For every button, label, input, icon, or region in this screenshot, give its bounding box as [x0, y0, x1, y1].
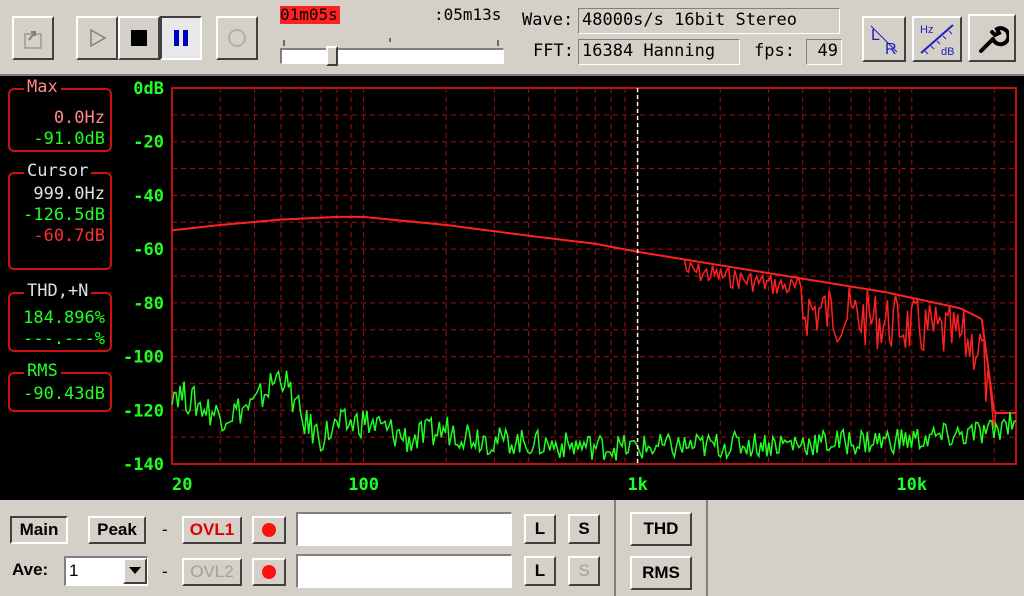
y-tick-label: -80 [133, 294, 164, 314]
x-tick-label: 10k [896, 475, 927, 495]
y-tick-label: -20 [133, 133, 164, 153]
elapsed-time: 01m05s [280, 6, 340, 24]
spectrum-display: Max 0.0Hz -91.0dB Cursor 999.0Hz -126.5d… [0, 76, 1024, 500]
ovl1-save-button[interactable]: S [568, 514, 600, 544]
y-tick-label: -100 [123, 348, 164, 368]
ovl2-load-button[interactable]: L [524, 556, 556, 586]
ovl1-button[interactable]: OVL1 [182, 516, 242, 544]
wave-label: Wave: [522, 10, 574, 30]
y-tick-label: 0dB [133, 79, 164, 99]
position-slider-thumb[interactable] [325, 46, 338, 66]
play-icon [90, 28, 107, 48]
y-tick-label: -140 [123, 455, 164, 475]
dash-1: - [162, 520, 168, 539]
settings-button[interactable] [968, 14, 1016, 62]
average-select[interactable]: 1 [64, 556, 148, 586]
fft-label: FFT: [533, 41, 574, 61]
ovl1-load-button[interactable]: L [524, 514, 556, 544]
x-tick-label: 1k [627, 475, 647, 495]
hz-db-icon-hz: Hz [920, 24, 933, 36]
hz-db-icon: Hz dB [920, 24, 954, 57]
divider [706, 500, 708, 596]
chart-grid [171, 87, 1017, 465]
chart-series [171, 215, 1017, 461]
export-icon [24, 31, 42, 49]
record-icon [262, 523, 276, 537]
ovl2-name-field[interactable] [296, 554, 512, 588]
wave-format-field: 48000s/s 16bit Stereo [578, 8, 840, 34]
lr-icon-r: R [885, 41, 897, 56]
dash-2: - [162, 562, 168, 581]
export-button[interactable] [12, 16, 54, 60]
wrench-icon [979, 26, 1009, 53]
hz-db-scale-button[interactable]: Hz dB [912, 16, 962, 62]
lr-channel-button[interactable]: L R [862, 16, 906, 62]
ave-label: Ave: [12, 560, 49, 579]
position-slider[interactable] [280, 46, 504, 66]
peak-button[interactable]: Peak [88, 516, 146, 544]
toolbar: 01m05s :05m13s Wave: 48000s/s 16bit Ster… [0, 0, 1024, 76]
loop-icon [228, 29, 246, 47]
spectrum-chart[interactable]: 0dB -20 -40 -60 -80 -100 -120 -140 20 100 1k 10k [0, 76, 1024, 500]
lr-icon-l: L [871, 27, 880, 44]
y-tick-label: -120 [123, 401, 164, 421]
record-icon [262, 565, 276, 579]
pause-icon [174, 30, 188, 46]
ovl2-save-button[interactable]: S [568, 556, 600, 586]
ovl2-record-button[interactable] [252, 558, 286, 586]
ovl1-name-field[interactable] [296, 512, 512, 546]
fft-setting-field: 16384 Hanning [578, 39, 740, 65]
series-line-green [171, 369, 1017, 461]
stop-icon [131, 30, 147, 46]
average-select-value: 1 [69, 561, 79, 580]
fps-field: 49 [806, 39, 842, 65]
lr-icon: L R [870, 25, 898, 56]
average-select-arrow[interactable] [123, 558, 147, 584]
rms-button[interactable]: RMS [630, 556, 692, 590]
pause-button[interactable] [160, 16, 202, 60]
ovl1-record-button[interactable] [252, 516, 286, 544]
y-tick-label: -60 [133, 240, 164, 260]
x-tick-label: 100 [348, 475, 379, 495]
hz-db-icon-db: dB [941, 46, 954, 57]
loop-button[interactable] [216, 16, 258, 60]
x-tick-label: 20 [172, 475, 192, 495]
bottom-panel: Main Peak - OVL1 L S Ave: 1 - OVL2 L S T… [0, 500, 1024, 596]
main-button[interactable]: Main [10, 516, 68, 544]
total-time: :05m13s [434, 5, 502, 24]
y-tick-label: -40 [133, 186, 164, 206]
position-ruler [280, 30, 504, 48]
chevron-down-icon [129, 567, 141, 574]
stop-button[interactable] [118, 16, 160, 60]
play-button[interactable] [76, 16, 118, 60]
ovl2-button[interactable]: OVL2 [182, 558, 242, 586]
fps-label: fps: [754, 41, 795, 61]
thd-button[interactable]: THD [630, 512, 692, 546]
